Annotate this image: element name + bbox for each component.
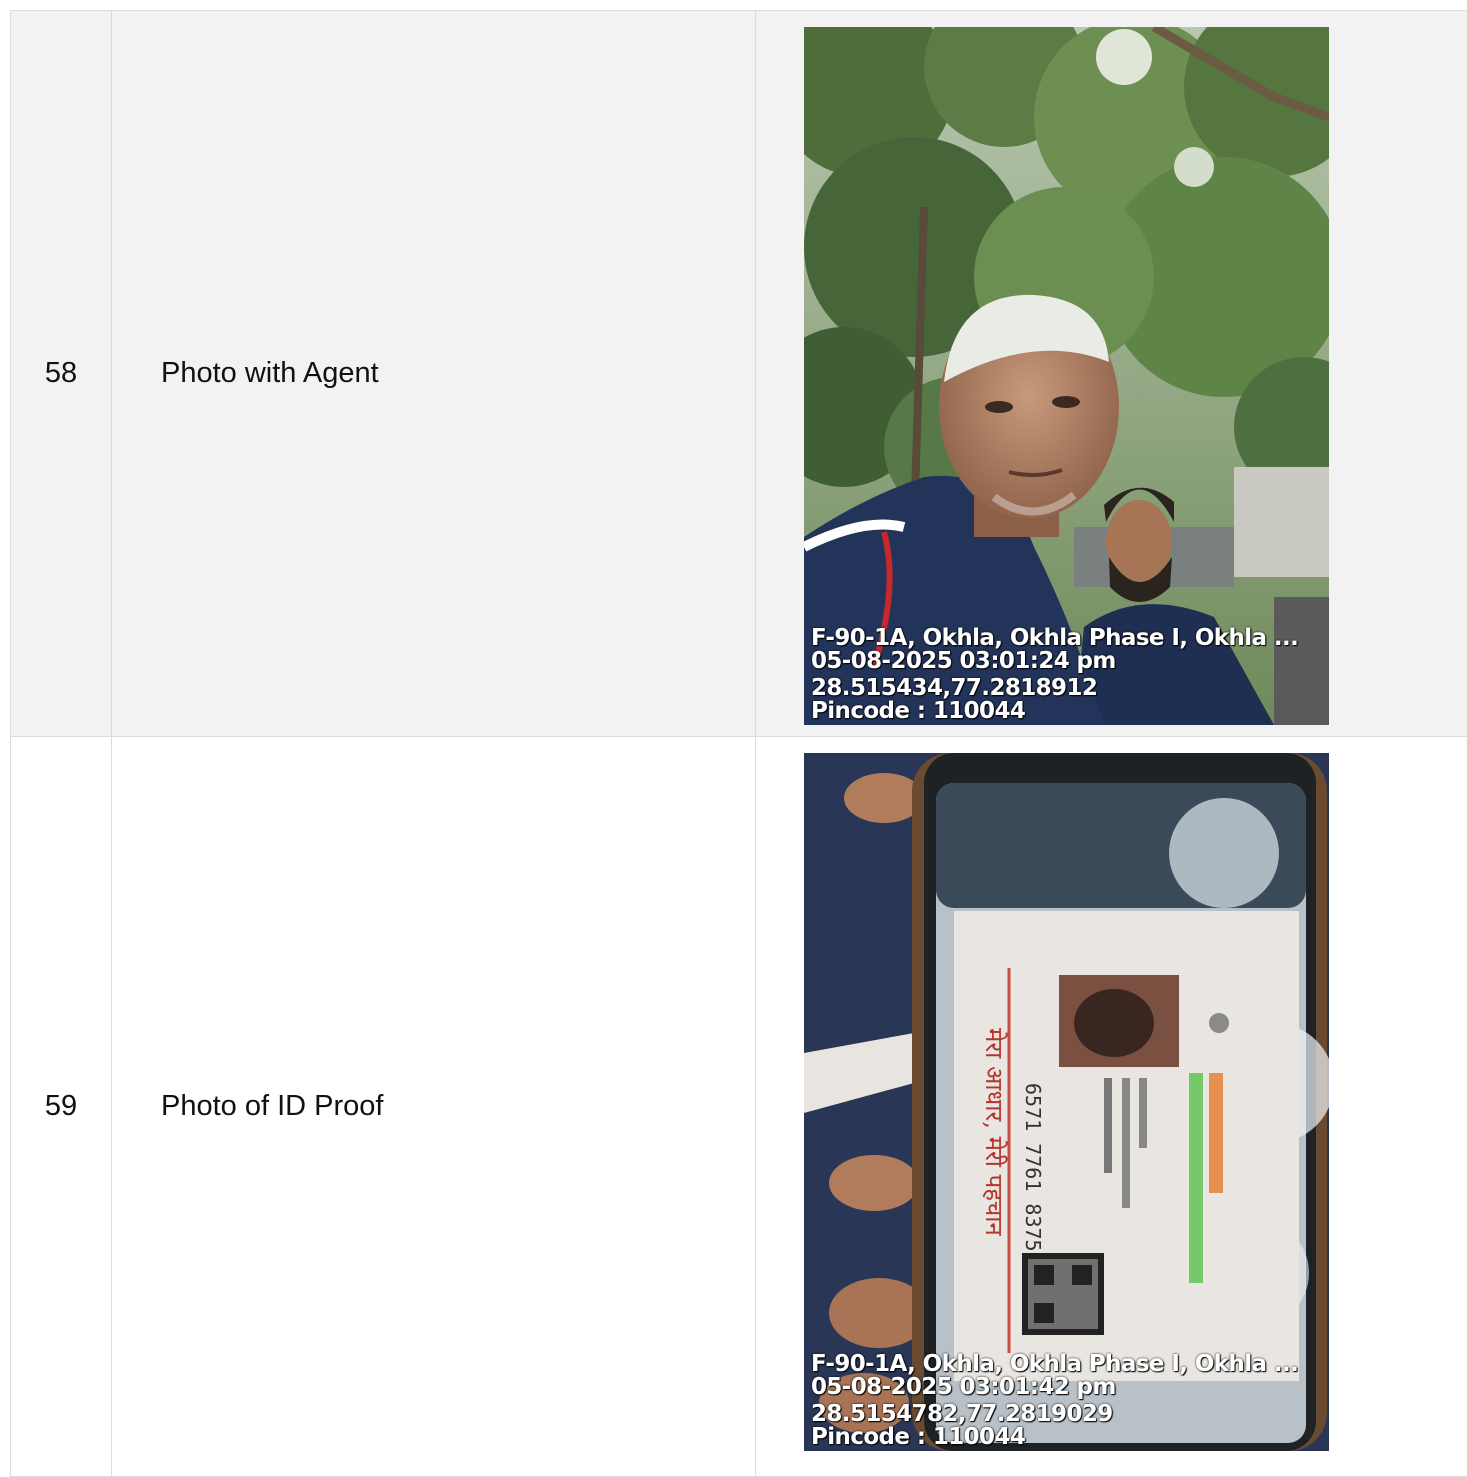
photo-cell: F-90-1A, Okhla, Okhla Phase I, Okhla ...… <box>756 11 1467 736</box>
table-row: 59 Photo of ID Proof 6571 7761 8375 मेरा… <box>11 737 1467 1477</box>
geotag-stamp: F-90-1A, Okhla, Okhla Phase I, Okhla ...… <box>804 623 1329 725</box>
card-number: 6571 7761 8375 <box>1021 1083 1045 1252</box>
row-number: 59 <box>11 737 112 1476</box>
photo-selfie-with-agent-icon <box>804 27 1329 725</box>
stamp-pincode: Pincode : 110044 <box>811 698 1026 724</box>
stamp-datetime: 05-08-2025 03:01:24 pm <box>811 648 1116 674</box>
stamp-datetime: 05-08-2025 03:01:42 pm <box>811 1374 1116 1400</box>
stamp-coordinates: 28.5154782,77.2819029 <box>811 1401 1113 1427</box>
photo-cell: 6571 7761 8375 मेरा आधार, मेरी पहचान F-9… <box>756 737 1467 1476</box>
photo-id-card-on-phone-icon: 6571 7761 8375 मेरा आधार, मेरी पहचान <box>804 753 1329 1451</box>
stamp-pincode: Pincode : 110044 <box>811 1424 1026 1450</box>
stamp-address: F-90-1A, Okhla, Okhla Phase I, Okhla ... <box>811 625 1299 651</box>
photo-evidence-table: 58 Photo with Agent F-90-1A, Okhla, Okhl… <box>10 10 1467 1477</box>
row-label: Photo of ID Proof <box>112 737 756 1476</box>
agent-selfie-photo[interactable]: F-90-1A, Okhla, Okhla Phase I, Okhla ...… <box>804 27 1329 725</box>
stamp-coordinates: 28.515434,77.2818912 <box>811 675 1098 701</box>
row-label: Photo with Agent <box>112 11 756 736</box>
stamp-address: F-90-1A, Okhla, Okhla Phase I, Okhla ... <box>811 1351 1299 1377</box>
row-number: 58 <box>11 11 112 736</box>
id-proof-photo[interactable]: 6571 7761 8375 मेरा आधार, मेरी पहचान F-9… <box>804 753 1329 1451</box>
table-row: 58 Photo with Agent F-90-1A, Okhla, Okhl… <box>11 11 1467 737</box>
geotag-stamp: F-90-1A, Okhla, Okhla Phase I, Okhla ...… <box>804 1349 1329 1451</box>
card-tagline: मेरा आधार, मेरी पहचान <box>980 1028 1008 1236</box>
